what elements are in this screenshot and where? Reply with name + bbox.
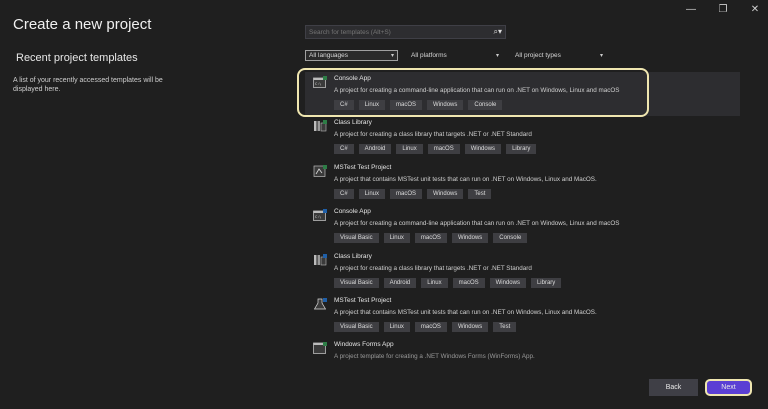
template-tag: Android xyxy=(358,144,392,155)
template-tag: Windows xyxy=(451,321,489,332)
template-tag: Linux xyxy=(383,233,410,244)
template-tag: Linux xyxy=(421,277,448,288)
template-description: A project for creating a command-line ap… xyxy=(334,87,620,94)
template-list: C:\ Console App A project for creating a… xyxy=(305,72,740,383)
template-tag: Android xyxy=(383,277,417,288)
template-item[interactable]: C:\ Console App A project for creating a… xyxy=(305,205,740,249)
template-tag: Library xyxy=(530,277,562,288)
template-tag: macOS xyxy=(390,188,423,199)
template-tags: Visual Basic Linux macOS Windows Test xyxy=(334,321,517,332)
class-library-icon xyxy=(314,253,327,265)
language-filter-label: All languages xyxy=(309,52,349,59)
console-app-icon: C:\ xyxy=(313,76,327,88)
template-tag: macOS xyxy=(452,277,485,288)
template-tag: C# xyxy=(334,100,354,110)
chevron-down-icon: ▾ xyxy=(599,53,603,59)
filter-bar: All languages ▾ All platforms ▾ All proj… xyxy=(305,50,606,61)
project-type-filter[interactable]: All project types ▾ xyxy=(512,50,606,61)
template-tag: Linux xyxy=(358,100,386,110)
template-tag: Windows xyxy=(451,233,489,244)
language-filter[interactable]: All languages ▾ xyxy=(305,50,398,61)
recent-templates-heading: Recent project templates xyxy=(16,52,138,64)
template-item[interactable]: Windows Forms App A project template for… xyxy=(305,338,740,382)
template-item[interactable]: MSTest Test Project A project that conta… xyxy=(305,161,740,205)
template-description: A project that contains MSTest unit test… xyxy=(334,308,597,316)
template-description: A project for creating a class library t… xyxy=(334,264,532,272)
template-name: Class Library xyxy=(334,252,372,260)
template-description: A project for creating a command-line ap… xyxy=(334,220,620,228)
search-icon[interactable]: ⌕▾ xyxy=(494,27,506,37)
template-tag: Windows xyxy=(427,188,464,199)
template-tag: Console xyxy=(493,233,528,244)
template-item[interactable]: Class Library A project for creating a c… xyxy=(305,116,740,160)
template-tag: Console xyxy=(468,100,503,110)
template-tag: macOS xyxy=(414,321,447,332)
chevron-down-icon: ▾ xyxy=(495,53,499,59)
template-tag: Linux xyxy=(383,321,410,332)
template-tag: Linux xyxy=(358,188,386,199)
template-tag: Library xyxy=(506,144,537,155)
template-name: MSTest Test Project xyxy=(334,163,392,171)
template-tags: C# Linux macOS Windows Console xyxy=(334,100,503,110)
test-project-icon xyxy=(313,297,327,310)
template-tag: Windows xyxy=(464,144,502,155)
chevron-down-icon: ▾ xyxy=(390,53,394,59)
close-button[interactable]: ✕ xyxy=(750,4,760,15)
template-name: Windows Forms App xyxy=(334,341,394,349)
test-project-icon xyxy=(313,164,327,177)
template-tag: Test xyxy=(493,321,517,332)
template-tag: C# xyxy=(334,188,354,199)
template-tag: macOS xyxy=(390,100,423,110)
template-description: A project template for creating a .NET W… xyxy=(334,353,535,361)
template-tag: Test xyxy=(468,188,492,199)
template-tags: C# Android Linux macOS Windows Library xyxy=(334,144,537,155)
page-title: Create a new project xyxy=(13,16,152,33)
search-input[interactable] xyxy=(306,27,494,37)
template-description: A project for creating a class library t… xyxy=(334,131,532,139)
template-name: Console App xyxy=(334,75,371,82)
class-library-icon xyxy=(314,120,327,132)
restore-button[interactable]: ❐ xyxy=(718,4,728,15)
template-description: A project that contains MSTest unit test… xyxy=(334,175,597,183)
template-tag: Windows xyxy=(427,100,464,110)
template-tag: C# xyxy=(334,144,354,155)
svg-text:C:\: C:\ xyxy=(315,215,321,219)
platform-filter[interactable]: All platforms ▾ xyxy=(408,50,502,61)
template-item[interactable]: MSTest Test Project A project that conta… xyxy=(305,294,740,338)
template-tag: Visual Basic xyxy=(334,233,379,244)
back-button[interactable]: Back xyxy=(649,379,698,396)
template-tags: Visual Basic Android Linux macOS Windows… xyxy=(334,277,562,288)
template-item[interactable]: C:\ Console App A project for creating a… xyxy=(305,72,740,116)
template-search[interactable]: ⌕▾ xyxy=(305,25,506,39)
next-button[interactable]: Next xyxy=(705,379,752,396)
template-tag: Linux xyxy=(396,144,423,155)
platform-filter-label: All platforms xyxy=(411,52,447,59)
windows-forms-icon xyxy=(313,342,327,355)
template-tag: macOS xyxy=(427,144,460,155)
template-item[interactable]: Class Library A project for creating a c… xyxy=(305,250,740,294)
template-tag: macOS xyxy=(414,233,447,244)
template-tags: Visual Basic Linux macOS Windows Console xyxy=(334,233,528,244)
template-name: Class Library xyxy=(334,119,372,127)
project-type-filter-label: All project types xyxy=(515,52,561,59)
window-controls: — ❐ ✕ xyxy=(686,4,760,15)
console-app-icon: C:\ xyxy=(313,209,327,222)
template-tag: Windows xyxy=(489,277,526,288)
svg-text:C:\: C:\ xyxy=(315,82,321,86)
template-tags: C# Linux macOS Windows Test xyxy=(334,188,492,199)
template-tag: Visual Basic xyxy=(334,277,379,288)
recent-templates-description: A list of your recently accessed templat… xyxy=(13,77,163,93)
minimize-button[interactable]: — xyxy=(686,4,696,15)
template-name: Console App xyxy=(334,208,371,216)
template-name: MSTest Test Project xyxy=(334,296,392,304)
template-tag: Visual Basic xyxy=(334,321,379,332)
